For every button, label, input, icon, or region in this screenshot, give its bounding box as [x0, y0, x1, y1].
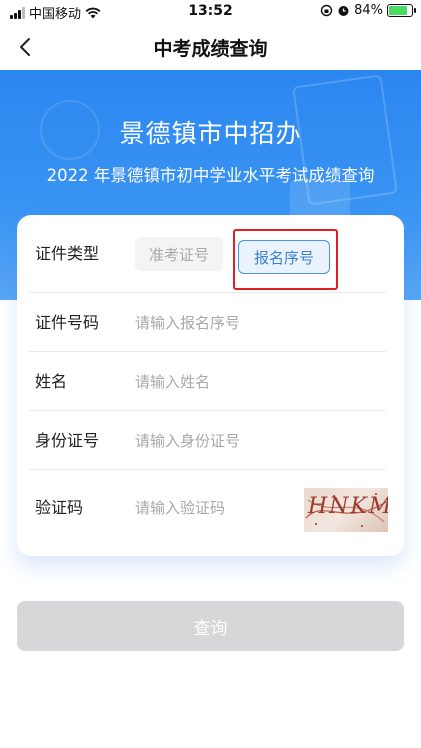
captcha-image[interactable]: HNKM: [304, 488, 388, 532]
id-number-row: 证件号码: [17, 293, 404, 352]
id-number-input[interactable]: [135, 307, 365, 339]
captcha-label: 验证码: [35, 498, 84, 517]
query-button[interactable]: 查询: [17, 601, 404, 651]
name-label: 姓名: [35, 372, 68, 391]
status-right: 84%: [320, 3, 416, 18]
page-title: 中考成绩查询: [153, 38, 268, 60]
captcha-text: HNKM: [308, 494, 388, 519]
divider: [29, 469, 386, 470]
id-card-row: 身份证号: [17, 411, 404, 470]
status-bar: 中国移动 13:52 84%: [0, 0, 421, 24]
banner-decoration: [290, 180, 350, 220]
id-card-input[interactable]: [135, 425, 365, 457]
banner-title: 景德镇市中招办: [119, 119, 302, 148]
id-type-label: 证件类型: [35, 244, 100, 263]
id-number-label: 证件号码: [35, 313, 100, 332]
id-type-option-registration-number[interactable]: 报名序号: [238, 240, 330, 274]
captcha-input[interactable]: [135, 492, 295, 524]
orientation-lock-icon: [320, 4, 333, 17]
name-row: 姓名: [17, 352, 404, 411]
battery-percent: 84%: [354, 3, 383, 18]
battery-icon: [387, 4, 416, 17]
id-type-option-exam-number[interactable]: 准考证号: [135, 237, 223, 271]
banner-subtitle: 2022 年景德镇市初中学业水平考试成绩查询: [46, 166, 375, 185]
alarm-icon: [338, 6, 349, 16]
id-card-label: 身份证号: [35, 431, 100, 450]
id-type-row: 证件类型 准考证号 报名序号: [17, 215, 404, 293]
query-form-card: 证件类型 准考证号 报名序号 证件号码 姓名 身份证号 验证码 HNKM: [17, 215, 404, 556]
nav-bar: 中考成绩查询: [0, 24, 421, 70]
name-input[interactable]: [135, 366, 365, 398]
